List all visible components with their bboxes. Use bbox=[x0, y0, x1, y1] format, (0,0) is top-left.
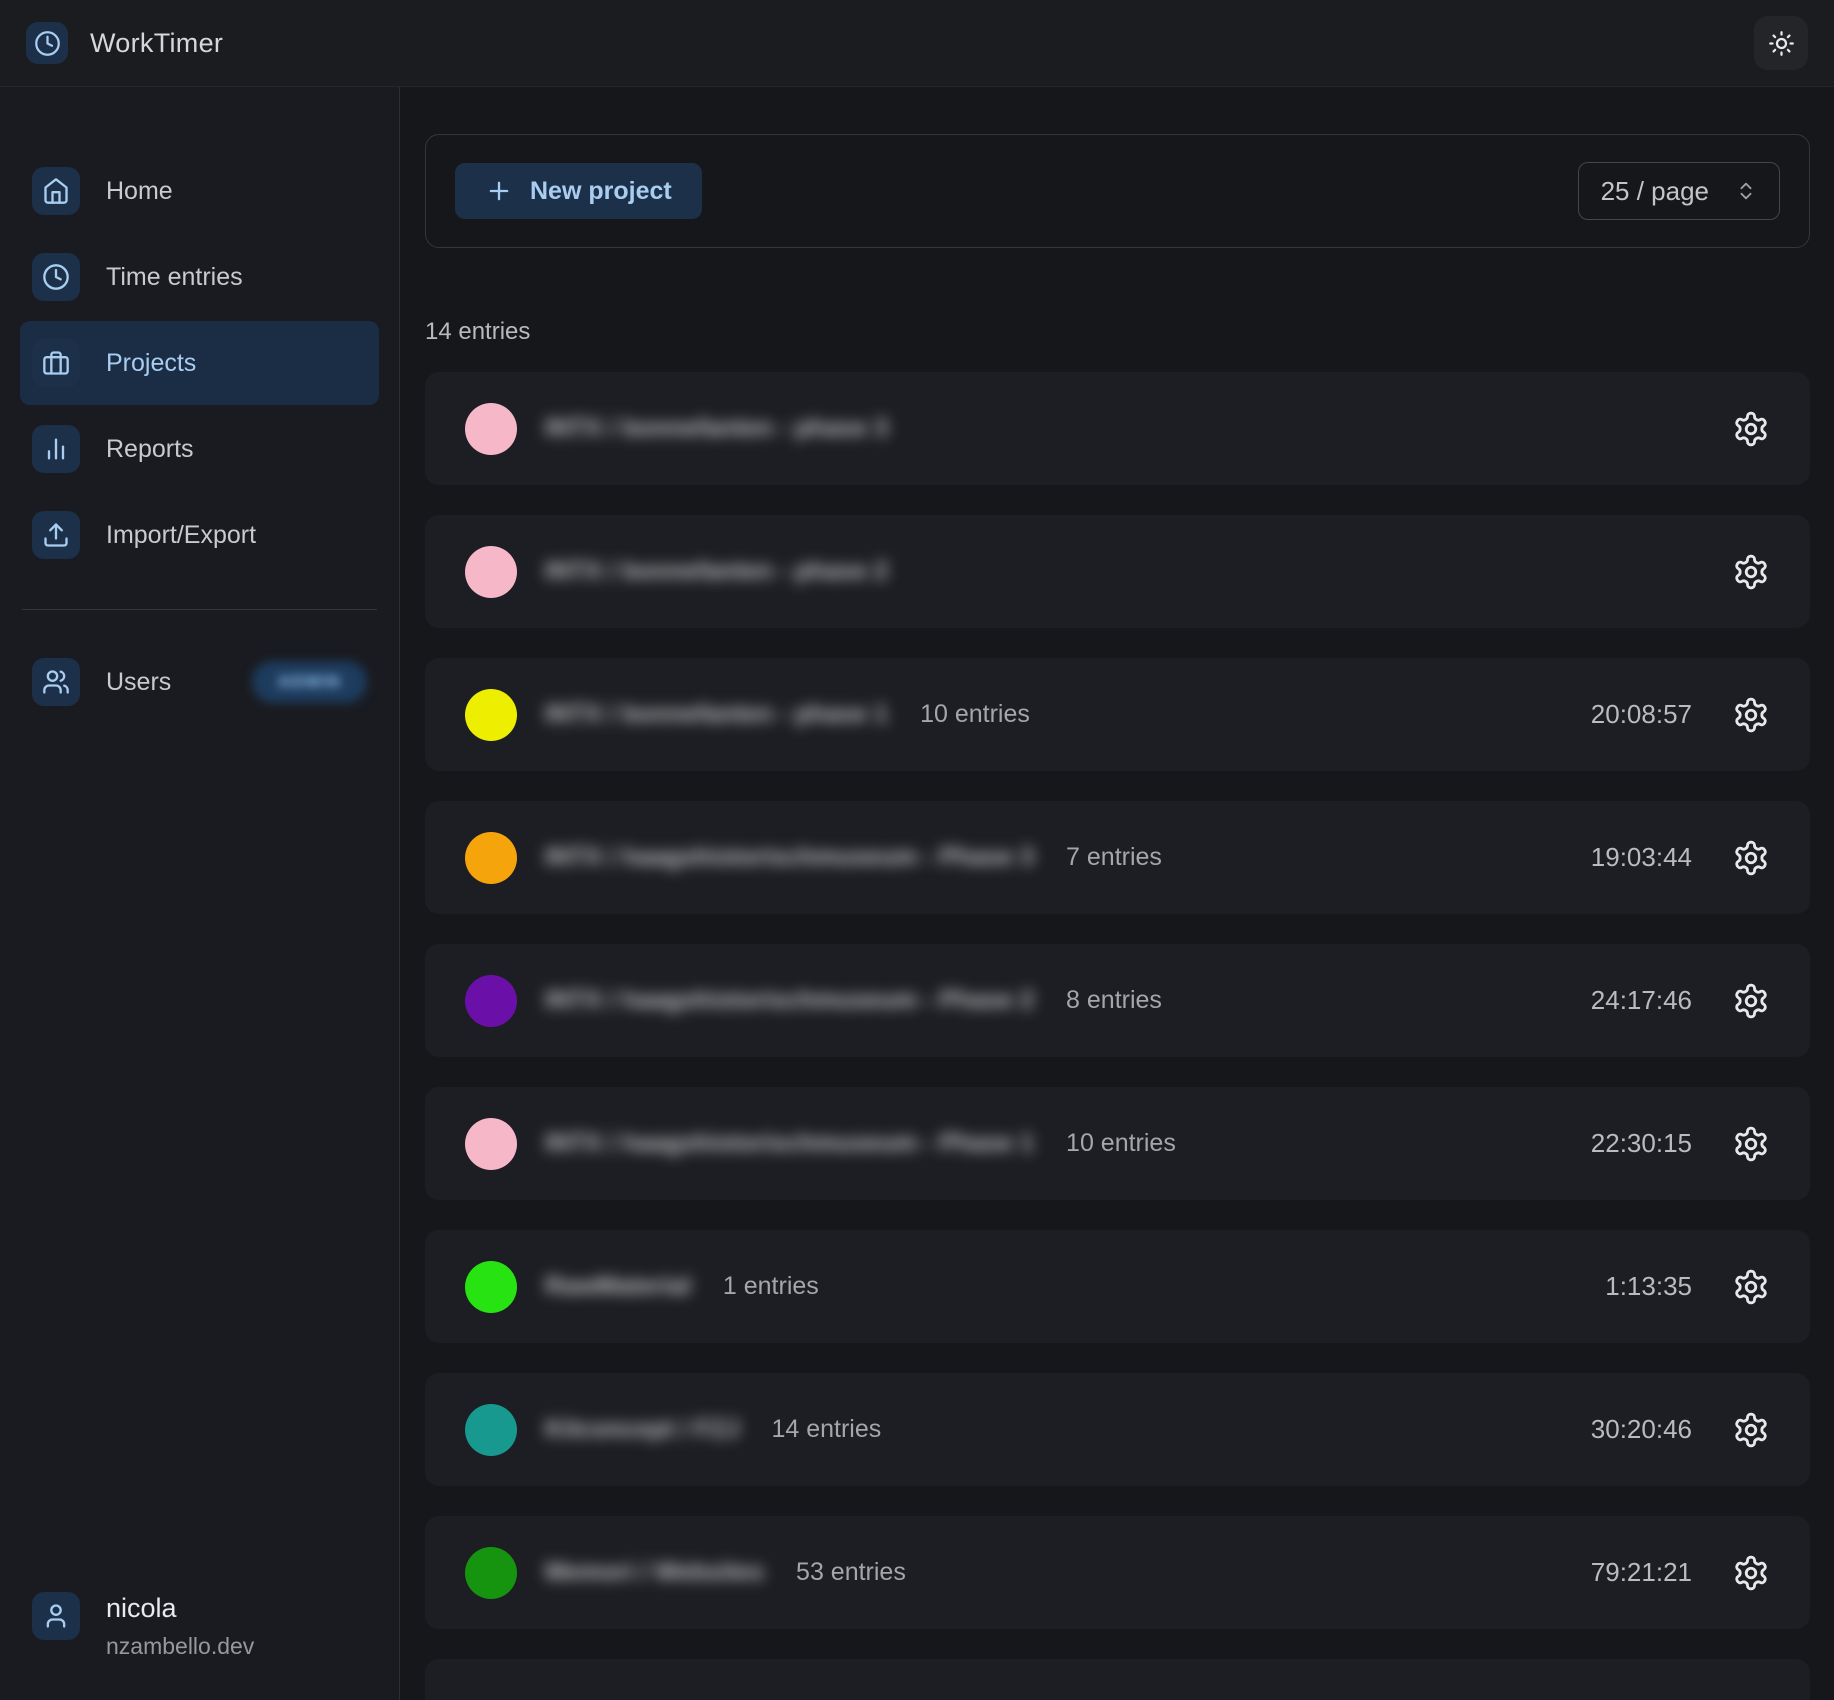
project-color-dot bbox=[465, 546, 517, 598]
gear-icon bbox=[1732, 553, 1770, 591]
project-color-dot bbox=[465, 1404, 517, 1456]
gear-icon bbox=[1732, 410, 1770, 448]
projects-toolbar: New project 25 / page bbox=[425, 134, 1810, 248]
project-name: INTX / bonnefanten - phase 3 bbox=[545, 414, 888, 443]
project-entries-count: 10 entries bbox=[1066, 1129, 1176, 1158]
sidebar-item-time-entries[interactable]: Time entries bbox=[20, 235, 379, 319]
project-color-dot bbox=[465, 832, 517, 884]
user-profile[interactable]: nicola nzambello.dev bbox=[20, 1592, 379, 1660]
project-name: INTX / haagshistorischmuseum - Phase 2 bbox=[545, 986, 1034, 1015]
project-name: Memori / Websites bbox=[545, 1558, 764, 1587]
project-entries-count: 53 entries bbox=[796, 1558, 906, 1587]
project-duration: 1:13:35 bbox=[1605, 1271, 1692, 1302]
gear-icon bbox=[1732, 696, 1770, 734]
gear-icon bbox=[1732, 1411, 1770, 1449]
sidebar-nav: Home Time entries Projects Reports Impor… bbox=[20, 149, 379, 579]
project-settings-button[interactable] bbox=[1732, 1411, 1770, 1449]
project-color-dot bbox=[465, 689, 517, 741]
sidebar-item-label: Users bbox=[106, 668, 171, 697]
project-name: Kitconcept / FZJ bbox=[545, 1415, 739, 1444]
project-name: INTX / haagshistorischmuseum - Phase 1 bbox=[545, 1129, 1034, 1158]
page-size-select[interactable]: 25 / page bbox=[1578, 162, 1780, 220]
sidebar-item-label: Home bbox=[106, 177, 173, 206]
project-duration: 79:21:21 bbox=[1591, 1557, 1692, 1588]
sidebar-item-import-export[interactable]: Import/Export bbox=[20, 493, 379, 577]
project-list: INTX / bonnefanten - phase 3 INTX / bonn… bbox=[425, 372, 1810, 1700]
user-icon bbox=[32, 1592, 80, 1640]
project-row[interactable]: INTX / haagshistorischmuseum - Phase 2 8… bbox=[425, 944, 1810, 1057]
project-duration: 30:20:46 bbox=[1591, 1414, 1692, 1445]
bar-chart-icon bbox=[32, 425, 80, 473]
clock-icon bbox=[32, 253, 80, 301]
sidebar-item-label: Time entries bbox=[106, 263, 243, 292]
project-row[interactable]: INTX / haagshistorischmuseum - Phase 3 7… bbox=[425, 801, 1810, 914]
project-color-dot bbox=[465, 1261, 517, 1313]
gear-icon bbox=[1732, 1268, 1770, 1306]
users-icon bbox=[32, 658, 80, 706]
project-name: RawMaterial bbox=[545, 1272, 691, 1301]
project-settings-button[interactable] bbox=[1732, 696, 1770, 734]
project-color-dot bbox=[465, 1547, 517, 1599]
top-bar: WorkTimer bbox=[0, 0, 1834, 87]
theme-toggle-button[interactable] bbox=[1754, 16, 1808, 70]
sidebar-item-reports[interactable]: Reports bbox=[20, 407, 379, 491]
project-row[interactable]: INTX / bonnefanten - phase 1 10 entries … bbox=[425, 658, 1810, 771]
main-content: New project 25 / page 14 entries INTX / … bbox=[400, 87, 1834, 1700]
gear-icon bbox=[1732, 1554, 1770, 1592]
plus-icon bbox=[485, 177, 513, 205]
project-duration: 24:17:46 bbox=[1591, 985, 1692, 1016]
chevrons-up-down-icon bbox=[1735, 180, 1757, 202]
project-settings-button[interactable] bbox=[1732, 1268, 1770, 1306]
project-settings-button[interactable] bbox=[1732, 982, 1770, 1020]
sidebar-item-label: Reports bbox=[106, 435, 194, 464]
user-domain: nzambello.dev bbox=[106, 1633, 254, 1660]
project-row[interactable]: Kitconcept / FZJ 14 entries 30:20:46 bbox=[425, 1373, 1810, 1486]
entries-count: 14 entries bbox=[425, 318, 1810, 346]
project-entries-count: 1 entries bbox=[723, 1272, 819, 1301]
project-row[interactable]: INTX / haagshistorischmuseum - Phase 1 1… bbox=[425, 1087, 1810, 1200]
sidebar: Home Time entries Projects Reports Impor… bbox=[0, 87, 400, 1700]
project-settings-button[interactable] bbox=[1732, 553, 1770, 591]
sidebar-item-home[interactable]: Home bbox=[20, 149, 379, 233]
project-row[interactable] bbox=[425, 1659, 1810, 1700]
project-entries-count: 14 entries bbox=[771, 1415, 881, 1444]
project-row[interactable]: RawMaterial 1 entries 1:13:35 bbox=[425, 1230, 1810, 1343]
sidebar-item-projects[interactable]: Projects bbox=[20, 321, 379, 405]
app-title: WorkTimer bbox=[90, 28, 223, 59]
gear-icon bbox=[1732, 839, 1770, 877]
sidebar-divider bbox=[22, 609, 377, 610]
project-settings-button[interactable] bbox=[1732, 410, 1770, 448]
clock-icon bbox=[26, 22, 68, 64]
project-entries-count: 7 entries bbox=[1066, 843, 1162, 872]
project-row[interactable]: INTX / bonnefanten - phase 3 bbox=[425, 372, 1810, 485]
project-entries-count: 10 entries bbox=[920, 700, 1030, 729]
admin-badge: ADMIN bbox=[252, 661, 367, 703]
sidebar-item-label: Projects bbox=[106, 349, 196, 378]
project-settings-button[interactable] bbox=[1732, 1125, 1770, 1163]
project-duration: 22:30:15 bbox=[1591, 1128, 1692, 1159]
project-color-dot bbox=[465, 975, 517, 1027]
project-row[interactable]: INTX / bonnefanten - phase 2 bbox=[425, 515, 1810, 628]
sun-icon bbox=[1768, 30, 1795, 57]
sidebar-item-users[interactable]: Users ADMIN bbox=[20, 640, 379, 724]
project-name: INTX / bonnefanten - phase 2 bbox=[545, 557, 888, 586]
gear-icon bbox=[1732, 982, 1770, 1020]
project-color-dot bbox=[465, 1118, 517, 1170]
project-entries-count: 8 entries bbox=[1066, 986, 1162, 1015]
gear-icon bbox=[1732, 1125, 1770, 1163]
upload-icon bbox=[32, 511, 80, 559]
project-row[interactable]: Memori / Websites 53 entries 79:21:21 bbox=[425, 1516, 1810, 1629]
briefcase-icon bbox=[32, 339, 80, 387]
username: nicola bbox=[106, 1592, 254, 1624]
project-color-dot bbox=[465, 403, 517, 455]
project-settings-button[interactable] bbox=[1732, 839, 1770, 877]
project-settings-button[interactable] bbox=[1732, 1554, 1770, 1592]
new-project-button[interactable]: New project bbox=[455, 163, 702, 219]
project-name: INTX / haagshistorischmuseum - Phase 3 bbox=[545, 843, 1034, 872]
project-name: INTX / bonnefanten - phase 1 bbox=[545, 700, 888, 729]
project-duration: 20:08:57 bbox=[1591, 699, 1692, 730]
sidebar-item-label: Import/Export bbox=[106, 521, 256, 550]
project-duration: 19:03:44 bbox=[1591, 842, 1692, 873]
home-icon bbox=[32, 167, 80, 215]
